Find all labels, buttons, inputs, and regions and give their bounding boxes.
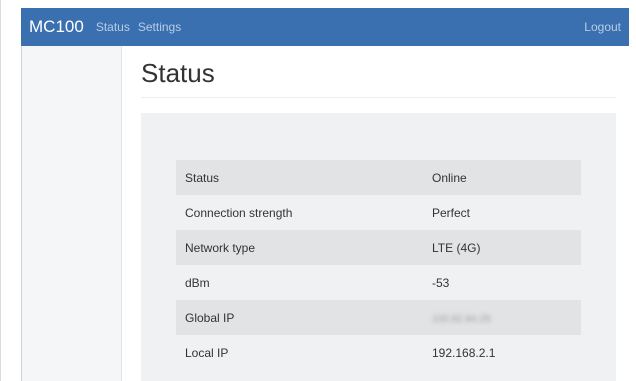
table-row: Local IP 192.168.2.1 xyxy=(176,335,581,370)
row-label: dBm xyxy=(176,265,423,300)
status-table: Status Online Connection strength Perfec… xyxy=(176,160,581,370)
row-label: Global IP xyxy=(176,300,423,335)
table-row: Connection strength Perfect xyxy=(176,195,581,230)
nav-link-settings[interactable]: Settings xyxy=(138,20,181,34)
table-row: Network type LTE (4G) xyxy=(176,230,581,265)
table-row: Global IP 100.82.84.29 xyxy=(176,300,581,335)
row-label: Network type xyxy=(176,230,423,265)
brand-link[interactable]: MC100 xyxy=(29,17,84,37)
row-value: Perfect xyxy=(423,195,581,230)
nav-link-status[interactable]: Status xyxy=(96,20,130,34)
table-row: Status Online xyxy=(176,160,581,195)
logout-link[interactable]: Logout xyxy=(584,20,621,34)
row-value: LTE (4G) xyxy=(423,230,581,265)
blurred-global-ip: 100.82.84.29 xyxy=(432,313,491,325)
status-panel: Status Online Connection strength Perfec… xyxy=(141,113,616,381)
sidebar-edge xyxy=(21,46,22,381)
sidebar xyxy=(21,46,122,381)
table-row: dBm -53 xyxy=(176,265,581,300)
row-label: Status xyxy=(176,160,423,195)
app-window: MC100 Status Settings Logout Status Stat… xyxy=(0,0,636,381)
row-value-global-ip: 100.82.84.29 xyxy=(423,300,581,335)
page-title: Status xyxy=(141,58,215,88)
row-value: -53 xyxy=(423,265,581,300)
row-value: 192.168.2.1 xyxy=(423,335,581,370)
row-label: Local IP xyxy=(176,335,423,370)
row-label: Connection strength xyxy=(176,195,423,230)
top-navbar: MC100 Status Settings Logout xyxy=(21,8,629,46)
title-divider xyxy=(141,97,616,98)
row-value: Online xyxy=(423,160,581,195)
